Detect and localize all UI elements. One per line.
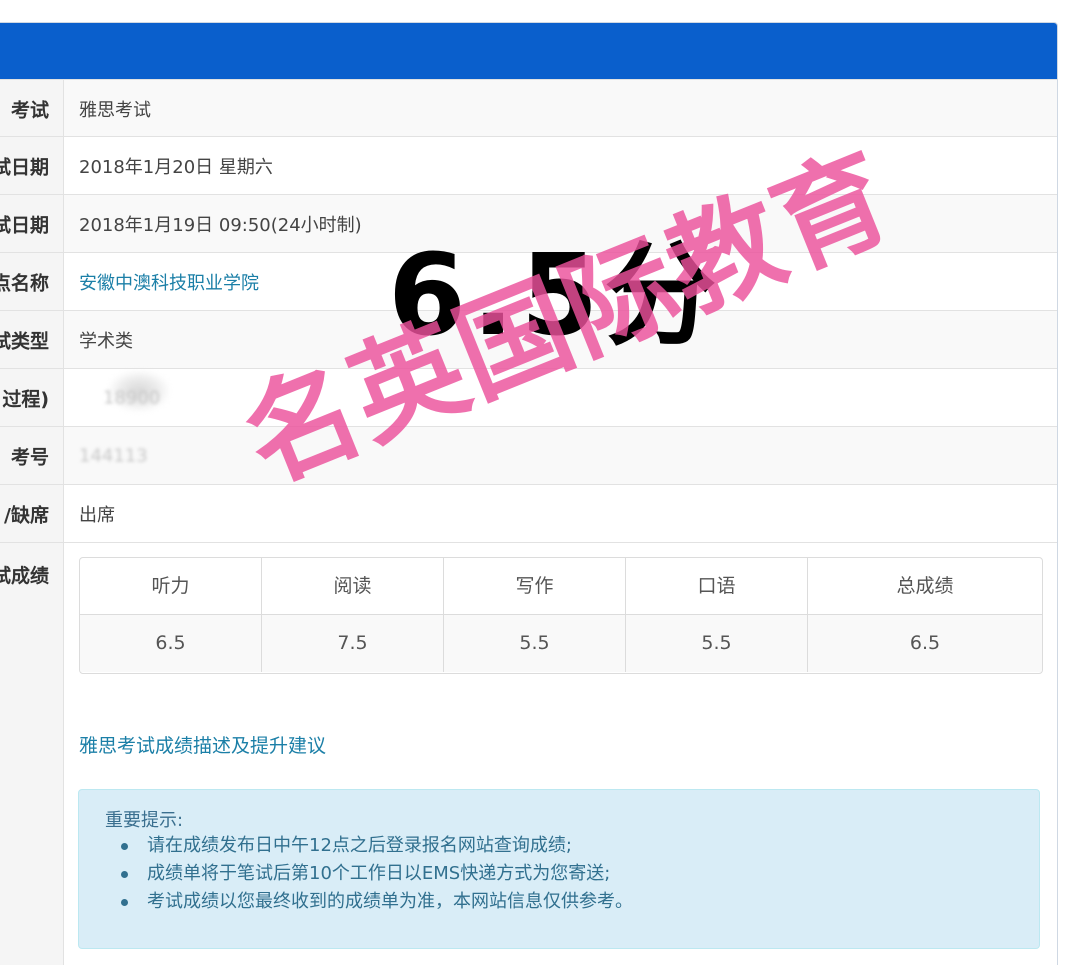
row-value: 2018年1月19日 09:50(24小时制) [79, 215, 362, 236]
row-label: 试日期 [0, 156, 49, 179]
score-header-cell: 总成绩 [896, 575, 954, 597]
score-value-cell: 5.5 [444, 615, 626, 672]
score-value-cell: 5.5 [626, 615, 808, 672]
row-value: 144113 [79, 445, 148, 467]
score-header-cell: 口语 [626, 558, 808, 615]
row-label: /缺席 [4, 504, 49, 527]
score-value-cell: 7.5 [262, 615, 444, 672]
page: 考试 雅思考试 试日期 2018年1月20日 星期六 试日期 2018年1月19… [0, 0, 1080, 965]
score-table-values: 6.5 7.5 5.5 5.5 6.5 [80, 615, 1042, 672]
score-panel: 考试 雅思考试 试日期 2018年1月20日 星期六 试日期 2018年1月19… [0, 22, 1058, 965]
row-label: 考试 [10, 99, 49, 121]
test-center-link[interactable]: 安徽中澳科技职业学院 [79, 269, 259, 295]
notice-title: 重要提示: [105, 810, 184, 831]
row-exam-date: 试日期 2018年1月20日 星期六 [0, 136, 1057, 195]
score-value-cell: 6.5 [909, 632, 941, 654]
row-candidate-number: 考号 144113 [0, 426, 1057, 485]
row-label: 试成绩 [0, 565, 49, 587]
row-label: 试类型 [0, 330, 49, 353]
notice-item: 成绩单将于笔试后第10个工作日以EMS快递方式为您寄送; [105, 860, 633, 888]
row-value: 出席 [79, 505, 115, 526]
row-value: 18900 [103, 387, 161, 409]
important-notice: 重要提示: 请在成绩发布日中午12点之后登录报名网站查询成绩; 成绩单将于笔试后… [78, 789, 1040, 949]
score-header-cell: 阅读 [262, 558, 444, 615]
score-table: 听力 阅读 写作 口语 总成绩 6.5 7.5 5.5 5.5 6.5 [79, 557, 1043, 674]
bullet-icon [121, 899, 128, 906]
notice-item: 考试成绩以您最终收到的成绩单为准，本网站信息仅供参考。 [105, 888, 633, 916]
row-value: 学术类 [79, 331, 133, 352]
score-table-header: 听力 阅读 写作 口语 总成绩 [80, 558, 1042, 615]
row-exam: 考试 雅思考试 [0, 79, 1057, 137]
bullet-icon [121, 843, 128, 850]
score-value-cell: 6.5 [80, 615, 262, 672]
row-value: 雅思考试 [79, 99, 151, 121]
row-label: 考号 [10, 446, 49, 469]
row-label: 点名称 [0, 272, 49, 295]
row-label: 试日期 [0, 214, 49, 237]
bullet-icon [121, 871, 128, 878]
score-header-cell: 听力 [80, 558, 262, 615]
notice-item: 请在成绩发布日中午12点之后登录报名网站查询成绩; [105, 832, 633, 860]
score-description-link[interactable]: 雅思考试成绩描述及提升建议 [79, 731, 326, 758]
row-label: 过程) [2, 388, 49, 411]
row-attendance: /缺席 出席 [0, 484, 1057, 543]
notice-list: 请在成绩发布日中午12点之后登录报名网站查询成绩; 成绩单将于笔试后第10个工作… [105, 832, 633, 916]
score-header-cell: 写作 [444, 558, 626, 615]
panel-header [0, 23, 1057, 80]
row-value: 2018年1月20日 星期六 [79, 157, 273, 178]
row-scores: 试成绩 听力 阅读 写作 口语 总成绩 6.5 7.5 5.5 5.5 6.5 … [0, 542, 1057, 965]
